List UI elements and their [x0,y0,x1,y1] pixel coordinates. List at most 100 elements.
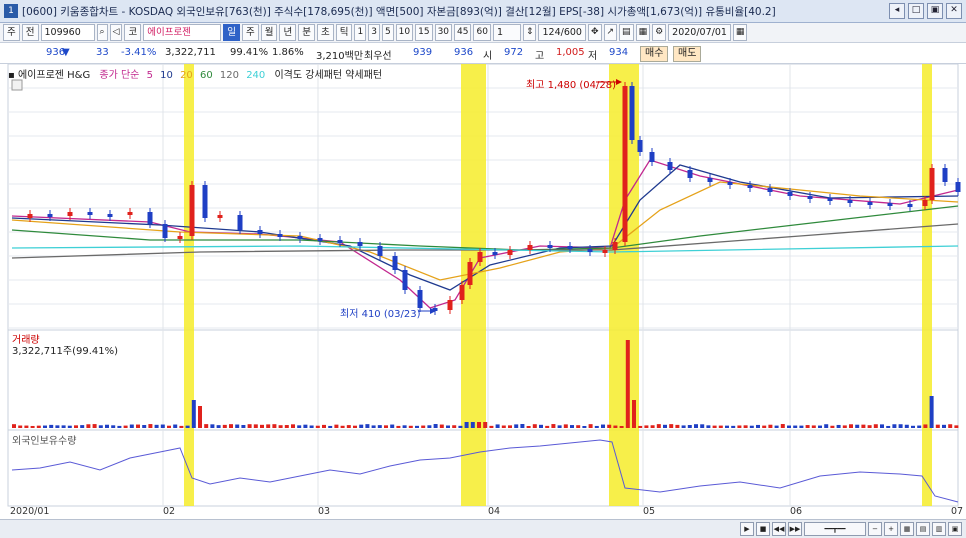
volume-bar [62,425,66,428]
buy-button[interactable]: 매수 [640,46,668,62]
stock-name-field[interactable]: 에이프로젠 [143,24,221,41]
settings-icon[interactable]: ⚙ [652,24,666,41]
sell-button[interactable]: 매도 [673,46,701,62]
search-icon[interactable]: ⌕ [97,24,108,41]
panel-toggle-icon[interactable] [12,80,22,90]
volume-bar [322,425,326,428]
interval-45[interactable]: 45 [454,24,471,41]
volume-bar [248,424,252,428]
legend-ma10: 10 [160,70,173,81]
volume-bar [620,426,624,428]
volume-bar [241,425,245,428]
candle-body [613,242,618,250]
interval-5[interactable]: 5 [382,24,394,41]
stop-icon[interactable]: ■ [756,522,770,536]
interval-30[interactable]: 30 [435,24,452,41]
stock-code-input[interactable]: 109960 [41,24,95,41]
volume-bar [458,426,462,428]
volume-bar [80,425,84,428]
interval-3[interactable]: 3 [368,24,380,41]
zoom-out-icon[interactable]: − [868,522,882,536]
period-select[interactable]: 주 [3,24,20,41]
interval-10[interactable]: 10 [396,24,413,41]
legend-checkbox-icon[interactable]: ▪ [8,70,18,81]
period-week-button[interactable]: 주 [242,24,259,41]
volume-bar [235,425,239,428]
volume-bar [818,426,822,428]
candle-body [203,185,208,218]
grid-icon[interactable]: ▦ [900,522,914,536]
high-annotation: 최고 1,480 (04/28) [526,76,616,91]
forward-icon[interactable]: ▶▶ [788,522,802,536]
volume-bar [365,424,369,428]
candle-body [378,246,383,256]
candle-body [178,236,183,239]
candle-body [630,86,635,140]
date-input[interactable]: 2020/07/01 [668,24,731,41]
split-icon[interactable]: ▥ [932,522,946,536]
candle-body [828,198,833,201]
period-second-button[interactable]: 초 [317,24,334,41]
legend-ma60: 60 [200,70,213,81]
volume-bar [638,426,642,428]
save-icon[interactable]: ▤ [619,24,634,41]
interval-1[interactable]: 1 [354,24,366,41]
volume-bar [483,422,487,428]
volume-bar [192,400,196,428]
volume-bar [855,425,859,428]
volume-bar [886,426,890,428]
calendar-icon[interactable]: ▦ [733,24,748,41]
market-button[interactable]: 코 [124,24,141,41]
view-select[interactable]: 전 [22,24,39,41]
volume-bar [68,426,72,428]
period-day-button[interactable]: 일 [223,24,240,41]
volume-bar [421,426,425,428]
panel-icon[interactable]: ▤ [916,522,930,536]
maximize-icon[interactable]: ▣ [927,3,943,19]
close-icon[interactable]: ✕ [946,3,962,19]
scroll-bar[interactable]: ▶ ■ ◀◀ ▶▶ ━━┳━━ − + ▦ ▤ ▥ ▣ [0,519,966,538]
print-icon[interactable]: ▦ [636,24,651,41]
volume-bar [936,425,940,428]
candle-body [48,214,53,217]
count-input[interactable]: 1 [493,24,521,41]
spin-icon[interactable]: ⇕ [523,24,537,41]
range-display[interactable]: 124/600 [538,24,585,41]
title-bar: 1 [0600] 키움종합차트 - KOSDAQ 외국인보유[763(천)] 주… [0,0,966,23]
trade-amount: 3,210백만 [316,47,363,62]
volume-bar [502,426,506,428]
candle-body [548,245,553,248]
draw-icon[interactable]: ↗ [604,24,618,41]
volume-bar [316,426,320,428]
period-year-button[interactable]: 년 [279,24,296,41]
interval-15[interactable]: 15 [415,24,432,41]
volume-bar [229,424,233,428]
full-icon[interactable]: ▣ [948,522,962,536]
volume-bar [799,426,803,428]
legend-ma120: 120 [220,70,239,81]
volume-bar [589,424,593,428]
rewind-icon[interactable]: ◀◀ [772,522,786,536]
window-title: [0600] 키움종합차트 - KOSDAQ 외국인보유[763(천)] 주식수… [22,4,776,19]
zoom-in-icon[interactable]: + [884,522,898,536]
volume-bar [930,396,934,428]
period-month-button[interactable]: 월 [261,24,278,41]
candle-body [108,214,113,217]
volume-bar [148,424,152,428]
candle-body [403,270,408,290]
period-tick-button[interactable]: 틱 [336,24,353,41]
volume-bar [186,426,190,428]
volume-bar [954,425,958,428]
volume-bar [111,425,115,428]
prev-icon[interactable]: ◂ [889,3,905,19]
interval-60[interactable]: 60 [473,24,490,41]
volume-bar [737,425,741,428]
volume-bar [632,400,636,428]
move-icon[interactable]: ✥ [588,24,602,41]
speaker-icon[interactable]: ◁ [110,24,123,41]
best-bid: 936 [454,47,473,58]
period-minute-button[interactable]: 분 [298,24,315,41]
play-icon[interactable]: ▶ [740,522,754,536]
zoom-slider[interactable]: ━━┳━━ [804,522,866,536]
restore-icon[interactable]: □ [908,3,924,19]
